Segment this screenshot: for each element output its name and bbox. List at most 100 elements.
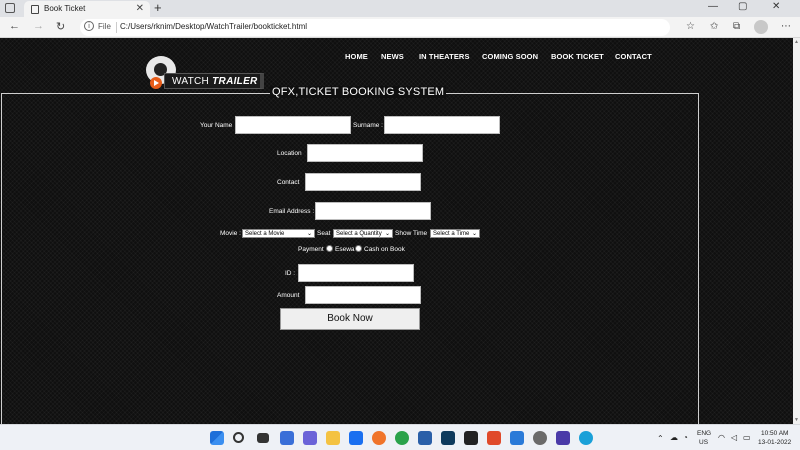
page-viewport: HOME NEWS IN THEATERS COMING SOON BOOK T… (0, 38, 793, 424)
volume-icon[interactable]: ◁ (731, 433, 737, 442)
chevron-down-icon: ⌄ (471, 231, 477, 237)
chat-icon[interactable] (303, 431, 317, 445)
info-icon[interactable]: i (84, 21, 94, 31)
wifi-icon[interactable]: ◠ (718, 433, 725, 442)
surname-input[interactable] (384, 116, 500, 134)
language-indicator[interactable]: ENG (697, 430, 711, 437)
notion-icon[interactable] (464, 431, 478, 445)
chevron-down-icon: ⌄ (306, 231, 312, 237)
nav-book-ticket[interactable]: BOOK TICKET (551, 52, 604, 61)
collections-icon[interactable]: ⧉ (733, 21, 740, 32)
chevron-down-icon: ⌄ (384, 231, 390, 237)
logo-word-trailer: TRAILER (212, 76, 258, 87)
widgets-icon[interactable] (280, 431, 294, 445)
windows-taskbar: ⌃ ☁ ◔ ENG US ◠ ◁ ▭ 10:50 AM 13-01-2022 (0, 424, 800, 450)
play-icon (150, 77, 162, 89)
movie-select[interactable]: Select a Movie ⌄ (242, 229, 315, 238)
weather-icon[interactable]: ☁ (670, 433, 678, 442)
amount-label: Amount (277, 292, 300, 299)
profile-avatar[interactable] (754, 20, 768, 34)
favorites-icon[interactable]: ✩ (710, 21, 718, 32)
brave-icon[interactable] (487, 431, 501, 445)
location-input[interactable] (307, 144, 423, 162)
esewa-option-label: Esewa (335, 246, 355, 253)
email-input[interactable] (315, 202, 431, 220)
forward-arrow-icon[interactable]: → (33, 20, 44, 32)
browser-tab[interactable]: Book Ticket ✕ (24, 1, 150, 17)
more-menu-icon[interactable]: ⋯ (781, 21, 791, 32)
dropbox-icon[interactable] (349, 431, 363, 445)
nav-contact[interactable]: CONTACT (615, 52, 652, 61)
cash-on-book-option-label: Cash on Book (364, 246, 405, 253)
scroll-down-icon[interactable]: ▼ (794, 417, 799, 423)
address-separator (116, 22, 117, 33)
firefox-icon[interactable] (372, 431, 386, 445)
book-now-button[interactable]: Book Now (280, 308, 420, 330)
chrome-icon[interactable] (395, 431, 409, 445)
onedrive-icon[interactable]: ◔ (683, 433, 688, 442)
close-window-button[interactable]: ✕ (772, 1, 780, 12)
edge-icon[interactable] (579, 431, 593, 445)
scroll-up-icon[interactable]: ▲ (794, 39, 799, 45)
email-label: Email Address : (269, 208, 315, 215)
contact-input[interactable] (305, 173, 421, 191)
site-logo[interactable]: WATCH TRAILER (146, 56, 266, 90)
movie-select-value: Select a Movie (245, 231, 285, 237)
your-name-input[interactable] (235, 116, 351, 134)
ide-icon[interactable] (556, 431, 570, 445)
start-icon[interactable] (210, 431, 224, 445)
scheme-label: File (98, 22, 111, 31)
cash-on-book-radio[interactable] (355, 245, 362, 252)
nav-in-theaters[interactable]: IN THEATERS (419, 52, 470, 61)
seat-label: Seat (317, 230, 331, 237)
main-nav: HOME NEWS IN THEATERS COMING SOON BOOK T… (0, 52, 793, 64)
new-tab-button[interactable]: + (154, 0, 162, 15)
url-text[interactable]: C:/Users/rknim/Desktop/WatchTrailer/book… (120, 22, 307, 31)
nav-coming-soon[interactable]: COMING SOON (482, 52, 538, 61)
showtime-select[interactable]: Select a Time ⌄ (430, 229, 480, 238)
favorite-star-icon[interactable]: ☆ (686, 21, 695, 32)
address-bar[interactable]: i File C:/Users/rknim/Desktop/WatchTrail… (80, 19, 670, 36)
your-name-label: Your Name (200, 122, 233, 129)
showtime-select-value: Select a Time (433, 231, 470, 237)
battery-icon[interactable]: ▭ (743, 433, 751, 442)
browser-tab-bar: Book Ticket ✕ + — ▢ ✕ (0, 0, 800, 17)
maximize-button[interactable]: ▢ (738, 1, 747, 12)
id-label: ID : (285, 270, 296, 277)
id-input[interactable] (298, 264, 414, 282)
task-view-icon[interactable] (257, 433, 269, 443)
page-favicon-icon (31, 5, 39, 14)
tray-chevron-up-icon[interactable]: ⌃ (657, 434, 664, 443)
clock-date[interactable]: 13-01-2022 (758, 439, 791, 446)
mail-icon[interactable] (510, 431, 524, 445)
surname-label: Surname : (353, 122, 383, 129)
showtime-label: Show Time (395, 230, 428, 237)
minimize-button[interactable]: — (708, 1, 718, 12)
photoshop-icon[interactable] (441, 431, 455, 445)
back-arrow-icon[interactable]: ← (9, 20, 20, 32)
address-toolbar: ← → ↻ i File C:/Users/rknim/Desktop/Watc… (0, 17, 800, 38)
tab-close-icon[interactable]: ✕ (136, 3, 144, 14)
amount-input[interactable] (305, 286, 421, 304)
clock-time[interactable]: 10:50 AM (761, 430, 788, 437)
location-label: Location (277, 150, 302, 157)
logo-word-watch: WATCH (172, 76, 213, 87)
tab-title: Book Ticket (44, 4, 86, 13)
file-explorer-icon[interactable] (326, 431, 340, 445)
booking-fieldset (1, 93, 699, 424)
tab-actions-icon[interactable] (5, 3, 15, 13)
nav-home[interactable]: HOME (345, 52, 368, 61)
nav-news[interactable]: NEWS (381, 52, 404, 61)
page-scrollbar[interactable]: ▲ ▼ (793, 38, 800, 424)
region-indicator[interactable]: US (699, 439, 708, 446)
app-icon[interactable] (418, 431, 432, 445)
search-icon[interactable] (233, 432, 244, 443)
esewa-radio[interactable] (326, 245, 333, 252)
contact-label: Contact (277, 179, 300, 186)
movie-label: Movie : (220, 230, 241, 237)
seat-select-value: Select a Quantity (336, 231, 382, 237)
settings-gear-icon[interactable] (533, 431, 547, 445)
refresh-icon[interactable]: ↻ (56, 20, 65, 33)
seat-select[interactable]: Select a Quantity ⌄ (333, 229, 393, 238)
logo-wordmark: WATCH TRAILER (164, 73, 264, 89)
